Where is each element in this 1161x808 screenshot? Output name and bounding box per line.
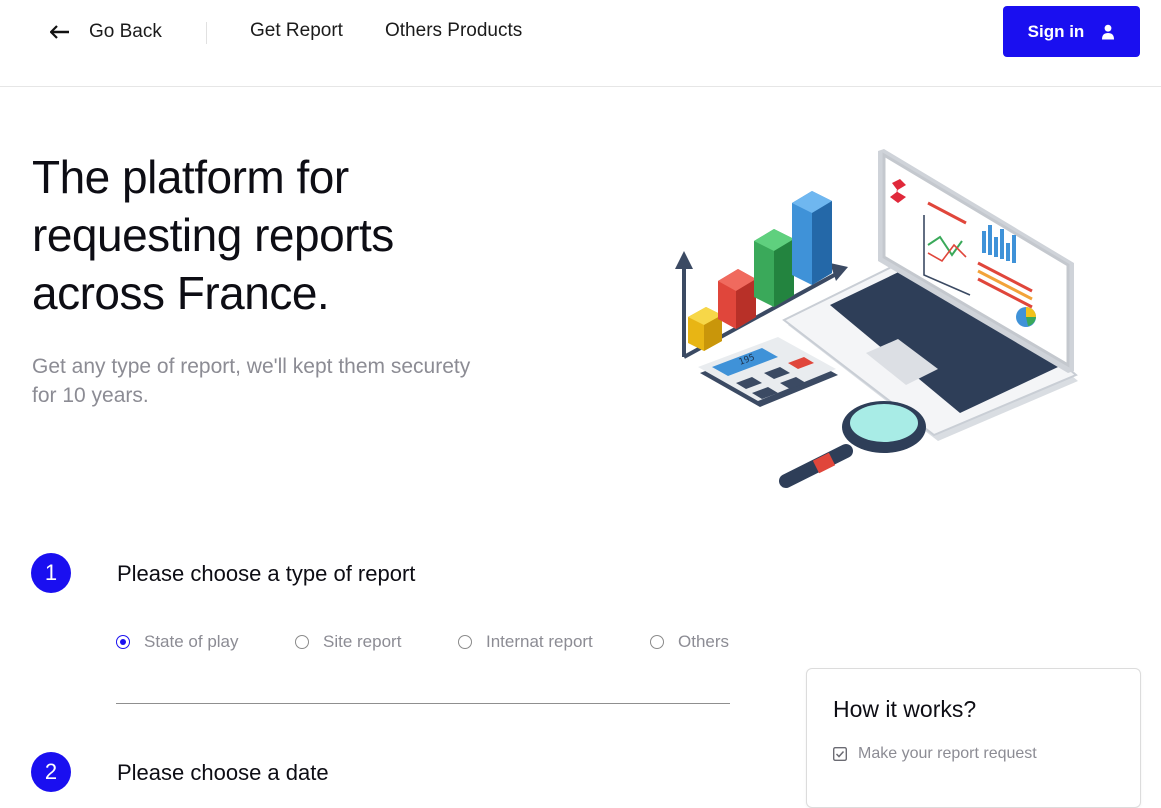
arrow-left-icon <box>50 25 69 39</box>
radio-others[interactable]: Others <box>650 632 729 652</box>
reports-illustration: 195 <box>675 149 1078 488</box>
radio-label: State of play <box>144 632 239 651</box>
step-2-title: Please choose a date <box>117 760 329 785</box>
checkbox-icon <box>833 747 847 761</box>
how-it-works-item: Make your report request <box>833 745 1037 763</box>
magnifying-glass-graphic <box>779 401 926 488</box>
radio-icon <box>295 635 309 649</box>
step-1-title: Please choose a type of report <box>117 561 416 586</box>
top-navigation-bar: Go Back Get Report Others Products Sign … <box>0 0 1161 87</box>
radio-label: Others <box>678 632 730 651</box>
hero-subtitle: Get any type of report, we'll kept them … <box>32 355 471 407</box>
step-1-badge: 1 <box>31 553 71 593</box>
calculator-graphic: 195 <box>698 337 838 407</box>
sign-in-label: Sign in <box>1027 21 1085 41</box>
radio-internat-report[interactable]: Internat report <box>458 632 593 652</box>
how-it-works-title: How it works? <box>833 696 977 722</box>
go-back-link[interactable]: Go Back <box>50 20 162 44</box>
radio-state-of-play[interactable]: State of play <box>116 632 239 652</box>
hero-title: The platform for requesting reports acro… <box>32 151 394 319</box>
step-2-badge: 2 <box>31 752 71 792</box>
radio-site-report[interactable]: Site report <box>295 632 401 652</box>
go-back-label: Go Back <box>89 21 162 42</box>
radio-icon <box>650 635 664 649</box>
radio-icon <box>458 635 472 649</box>
radio-icon <box>116 635 130 649</box>
nav-link-others-products[interactable]: Others Products <box>385 20 522 42</box>
section-divider <box>116 703 730 704</box>
user-icon <box>1102 24 1115 39</box>
how-it-works-card: How it works? Make your report request <box>806 668 1141 808</box>
radio-label: Site report <box>323 632 402 651</box>
sign-in-button[interactable]: Sign in <box>1003 6 1140 57</box>
nav-link-get-report[interactable]: Get Report <box>250 20 343 42</box>
how-it-works-item-text: Make your report request <box>858 745 1037 762</box>
radio-label: Internat report <box>486 632 593 651</box>
laptop-graphic <box>782 149 1078 441</box>
nav-divider <box>206 22 207 44</box>
